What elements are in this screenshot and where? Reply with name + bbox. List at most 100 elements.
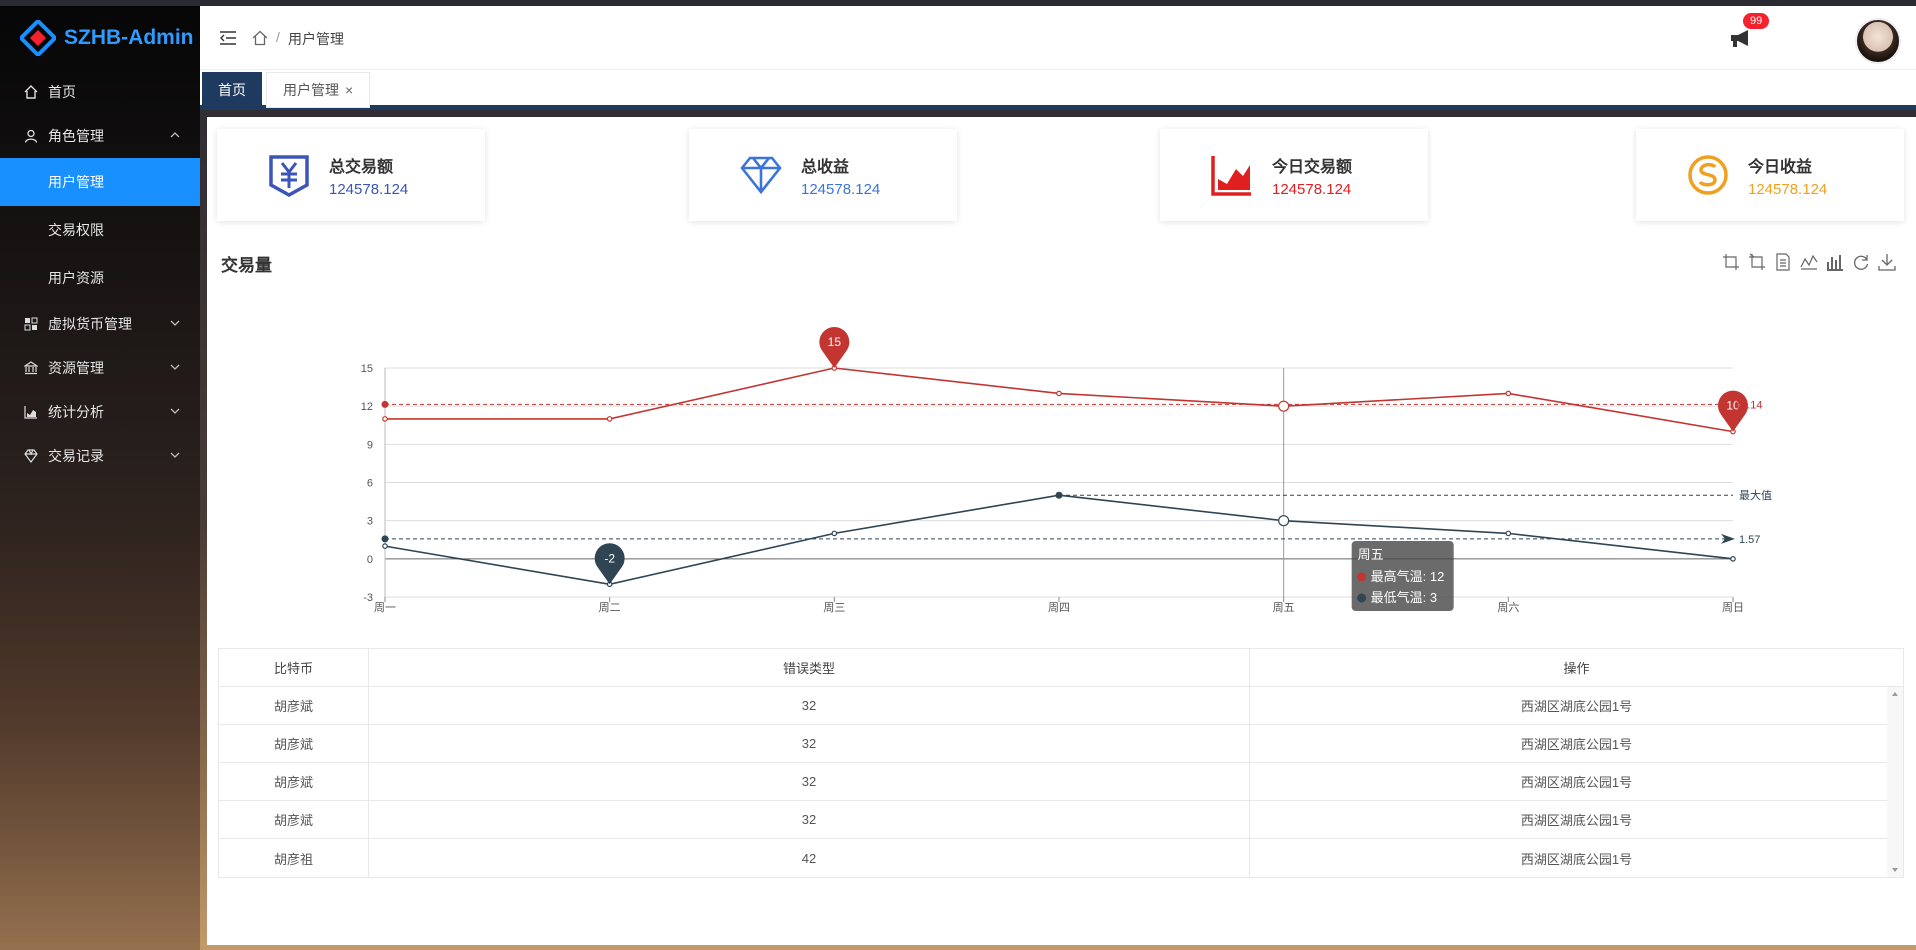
stat-card-title: 今日交易额: [1272, 158, 1353, 176]
series-point: [831, 530, 838, 537]
bar-chart-icon[interactable]: [1826, 253, 1844, 271]
stat-card-value: 124578.124: [329, 180, 409, 198]
markline-label-high-avg: 12.14: [1735, 399, 1763, 411]
table-cell: 32: [369, 763, 1250, 800]
table-row[interactable]: 胡彦斌 32 西湖区湖底公园1号: [219, 725, 1903, 763]
chart-tooltip: 周五 最高气温: 12 最低气温: 3: [1351, 541, 1454, 611]
table-header-cell[interactable]: 操作: [1250, 649, 1903, 686]
markline-start-dot: [381, 535, 389, 543]
x-tick-label: 周日: [1722, 601, 1744, 614]
refresh-icon[interactable]: [1852, 253, 1870, 271]
table-cell: 42: [369, 839, 1250, 877]
sidebar-item-label: 虚拟货币管理: [48, 316, 132, 332]
stat-card-title: 今日收益: [1748, 158, 1813, 176]
sidebar-item-currency[interactable]: 虚拟货币管理: [0, 302, 200, 346]
sidebar: SZHB-Admin 首页 角色管理 用户管理 交易权限 用户资源 虚拟货币管理…: [0, 6, 200, 950]
chart-marklines: [381, 400, 1735, 544]
table-cell: 胡彦斌: [219, 725, 369, 762]
table-cell: 胡彦斌: [219, 801, 369, 838]
avatar[interactable]: [1855, 18, 1901, 64]
breadcrumb-separator: /: [276, 29, 280, 45]
sidebar-item-label: 统计分析: [48, 404, 104, 420]
stat-card-value: 124578.124: [801, 180, 881, 198]
home-icon[interactable]: [252, 30, 268, 46]
zoom-icon[interactable]: [1722, 253, 1740, 271]
table-row[interactable]: 胡彦祖 42 西湖区湖底公园1号: [219, 839, 1903, 877]
data-view-icon[interactable]: [1774, 253, 1792, 271]
breadcrumb-current: 用户管理: [288, 31, 344, 47]
sidebar-subitem-user-resources[interactable]: 用户资源: [0, 254, 200, 302]
sidebar-item-home[interactable]: 首页: [0, 70, 200, 114]
x-tick-label: 周四: [1048, 601, 1070, 614]
notification-badge: 99: [1743, 13, 1770, 29]
sidebar-item-label: 资源管理: [48, 360, 104, 376]
series-point: [1505, 530, 1512, 537]
logo[interactable]: SZHB-Admin: [0, 6, 200, 70]
table-cell: 32: [369, 801, 1250, 838]
stat-card-today-profit: 今日收益 124578.124: [1636, 129, 1904, 221]
sidebar-item-statistics[interactable]: 统计分析: [0, 390, 200, 434]
table-row[interactable]: 胡彦斌 32 西湖区湖底公园1号: [219, 801, 1903, 839]
skype-icon: [1688, 155, 1728, 195]
table-cell: 西湖区湖底公园1号: [1520, 813, 1633, 828]
tab-label: 首页: [218, 82, 246, 98]
tab-bar: 首页 用户管理 ×: [200, 70, 1916, 110]
area-chart-icon: [1211, 156, 1251, 196]
home-icon: [22, 83, 40, 101]
x-tick-label: 周六: [1497, 601, 1519, 614]
tab-user-management[interactable]: 用户管理 ×: [266, 72, 371, 108]
download-icon[interactable]: [1878, 253, 1896, 271]
series-point: [1056, 390, 1062, 397]
markpoint-label: -2: [604, 551, 615, 565]
chart-grid: [384, 367, 1734, 602]
sidebar-item-label: 交易记录: [48, 448, 104, 464]
user-icon: [22, 127, 40, 145]
sidebar-item-roles[interactable]: 角色管理: [0, 114, 200, 158]
x-tick-label: 周二: [599, 601, 621, 614]
markline-start-dot: [381, 400, 389, 408]
stat-card-title: 总收益: [801, 158, 850, 176]
series-point: [1278, 400, 1290, 412]
logo-icon: [20, 20, 56, 56]
diamond-icon: [22, 447, 40, 465]
chart-toolbox: [1722, 253, 1896, 271]
line-chart[interactable]: -303691215 周一 周二 周三 周四 周五 周六 周日 1510-2 12.14 最…: [207, 277, 1916, 617]
notification-icon[interactable]: [1728, 26, 1754, 52]
sidebar-item-trade-records[interactable]: 交易记录: [0, 434, 200, 478]
stat-card-total-profit: 总收益 124578.124: [689, 129, 957, 221]
menu-fold-icon[interactable]: [218, 28, 238, 48]
table-row[interactable]: 胡彦斌 32 西湖区湖底公园1号: [219, 763, 1903, 801]
y-tick-label: 9: [367, 439, 373, 451]
table-cell: 胡彦斌: [219, 763, 369, 800]
sidebar-subitem-user-management[interactable]: 用户管理: [0, 158, 200, 206]
markline-label-low-avg: 1.57: [1739, 534, 1760, 546]
table-row[interactable]: 胡彦斌 32 西湖区湖底公园1号: [219, 687, 1903, 725]
markline-label-low-max: 最大值: [1739, 488, 1772, 502]
series-point: [1278, 515, 1290, 527]
series-point: [1505, 390, 1512, 397]
series-point: [606, 416, 613, 422]
table-header-cell[interactable]: 错误类型: [369, 649, 1250, 686]
table-cell: 西湖区湖底公园1号: [1520, 737, 1633, 752]
cluster-icon: [22, 315, 40, 333]
table-scrollbar[interactable]: [1887, 687, 1903, 877]
table-header-cell[interactable]: 比特币: [219, 649, 369, 686]
sidebar-subitem-trade-permission[interactable]: 交易权限: [0, 206, 200, 254]
tooltip-line-low: 最低气温: 3: [1371, 590, 1437, 605]
tab-home[interactable]: 首页: [202, 72, 262, 108]
chevron-down-icon: [170, 408, 180, 414]
sidebar-item-resources[interactable]: 资源管理: [0, 346, 200, 390]
table-cell: 西湖区湖底公园1号: [1520, 699, 1633, 714]
close-icon[interactable]: ×: [345, 82, 353, 98]
chevron-down-icon: [170, 452, 180, 458]
tab-label: 用户管理: [283, 82, 339, 98]
bank-icon: [22, 359, 40, 377]
y-tick-label: -3: [363, 592, 373, 604]
line-chart-icon[interactable]: [1800, 253, 1818, 271]
zoom-reset-icon[interactable]: [1748, 253, 1766, 271]
chevron-up-icon: [170, 132, 180, 138]
data-table: 比特币 错误类型 操作 胡彦斌 32 西湖区湖底公园1号 胡彦斌 32 西湖区湖…: [218, 648, 1904, 878]
y-tick-label: 15: [361, 363, 373, 375]
x-tick-label: 周五: [1273, 601, 1295, 614]
yuan-icon: [269, 155, 309, 197]
